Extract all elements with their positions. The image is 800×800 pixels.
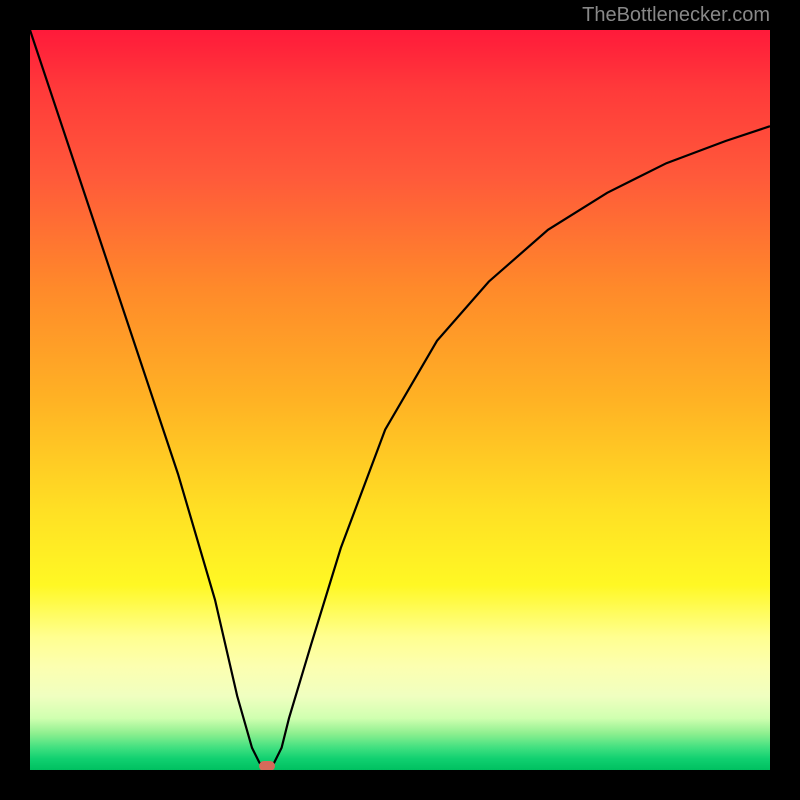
curve-layer	[30, 30, 770, 770]
bottleneck-curve	[30, 30, 770, 770]
chart-frame: TheBottlenecker.com	[0, 0, 800, 800]
watermark-text: TheBottlenecker.com	[582, 4, 770, 27]
plot-area	[30, 30, 770, 770]
optimum-marker	[259, 761, 275, 770]
